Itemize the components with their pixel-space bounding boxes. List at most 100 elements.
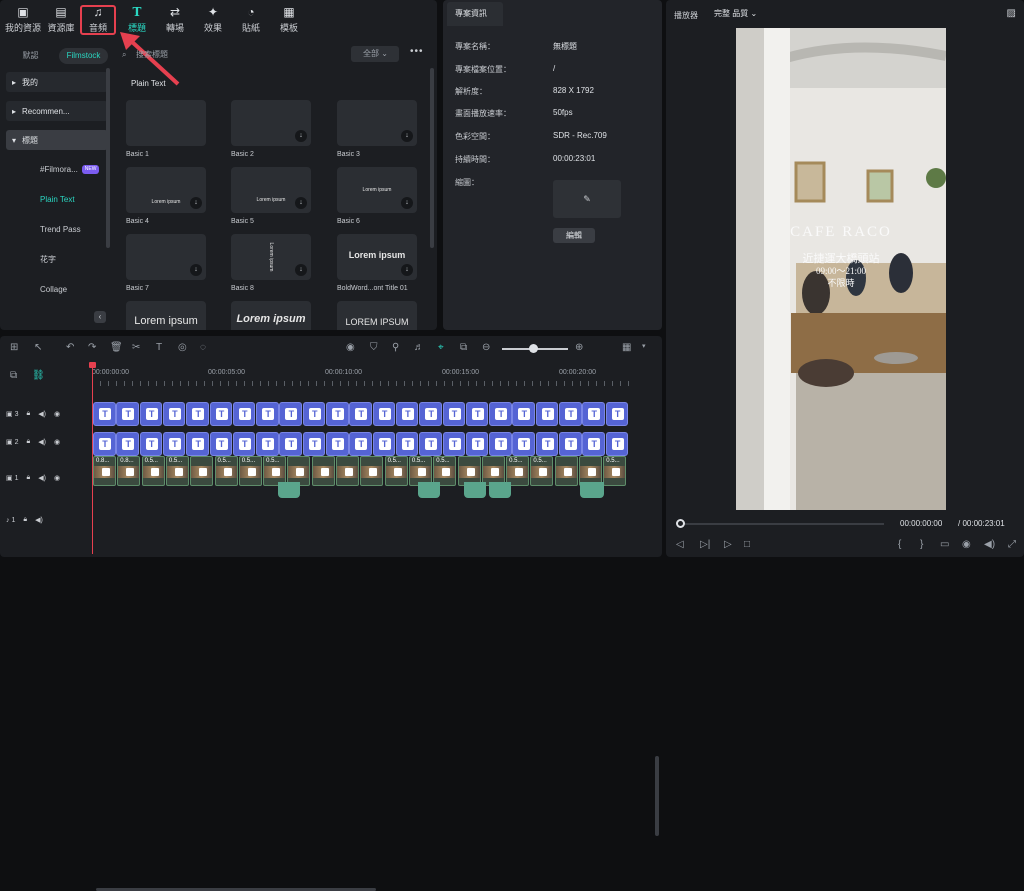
volume-icon[interactable]: ◀) xyxy=(984,539,995,550)
download-icon[interactable]: ↓ xyxy=(295,130,307,142)
video-clip[interactable] xyxy=(554,456,578,486)
edit-thumbnail-button[interactable]: 編輯 xyxy=(553,228,595,243)
zoom-out-icon[interactable]: ⊖ xyxy=(482,342,490,353)
video-clip[interactable] xyxy=(311,456,335,486)
download-icon[interactable]: ↓ xyxy=(401,197,413,209)
title-clip[interactable]: T xyxy=(186,402,209,426)
title-clip[interactable]: T xyxy=(93,402,116,426)
text-tool-icon[interactable]: T xyxy=(156,342,162,353)
title-clip[interactable]: T xyxy=(256,432,279,456)
title-clip[interactable]: T xyxy=(232,432,256,456)
chevron-down-icon[interactable]: ▾ xyxy=(642,342,646,350)
title-clip[interactable]: T xyxy=(419,402,442,426)
render-icon[interactable]: ◉ xyxy=(346,342,355,353)
audio-waveform-segment[interactable] xyxy=(489,482,511,498)
sidebar-sub-trend-pass[interactable]: Trend Pass xyxy=(6,219,108,239)
video-preview[interactable]: CAFE RACO 近捷運大橋頭站 09:00～21:00 不限時 xyxy=(736,28,946,510)
toolbar-stock-media[interactable]: ▤ 資源庫 xyxy=(42,0,80,40)
tab-filmstock[interactable]: Filmstock xyxy=(59,48,108,64)
timer-icon[interactable]: ◌ xyxy=(200,342,206,353)
title-card-basic-6[interactable]: Lorem ipsum ↓ xyxy=(337,167,417,213)
download-icon[interactable]: ↓ xyxy=(401,264,413,276)
title-clip[interactable]: T xyxy=(605,402,629,426)
title-clip[interactable]: T xyxy=(512,402,535,426)
download-icon[interactable]: ↓ xyxy=(190,197,202,209)
time-ruler[interactable]: 00:00:00:00 00:00:05:00 00:00:10:00 00:0… xyxy=(92,364,632,386)
sidebar-scrollbar[interactable] xyxy=(106,68,110,248)
title-card[interactable]: Lorem ipsum xyxy=(231,301,311,330)
title-card[interactable]: Lorem ipsum xyxy=(126,301,206,330)
title-clip[interactable]: T xyxy=(419,432,442,456)
sidebar-sub-plain-text[interactable]: Plain Text xyxy=(6,189,108,209)
video-clip[interactable]: 0.5... xyxy=(214,456,238,486)
toolbar-templates[interactable]: ▦ 模板 xyxy=(270,0,308,40)
camera-icon[interactable]: ◉ xyxy=(962,539,971,550)
title-clip[interactable]: T xyxy=(372,432,396,456)
playback-scrubber[interactable] xyxy=(676,519,685,528)
title-card-basic-7[interactable]: ↓ xyxy=(126,234,206,280)
title-clip[interactable]: T xyxy=(209,402,232,426)
title-card-boldword[interactable]: Lorem ipsum ↓ xyxy=(337,234,417,280)
video-clip[interactable] xyxy=(360,456,384,486)
sidebar-item-titles[interactable]: ▾ 標題 xyxy=(6,130,108,150)
title-clip[interactable]: T xyxy=(209,432,232,456)
title-clip[interactable]: T xyxy=(559,402,582,426)
fullscreen-icon[interactable]: ⤢ xyxy=(1008,539,1016,550)
title-clip[interactable]: T xyxy=(535,402,559,426)
audio-waveform-segment[interactable] xyxy=(464,482,486,498)
playback-progress-bar[interactable] xyxy=(680,523,884,525)
title-clip[interactable]: T xyxy=(465,432,489,456)
frame-step-icon[interactable]: ▷| xyxy=(700,539,710,550)
video-clip[interactable]: 0.5... xyxy=(238,456,262,486)
thumbnail-preview[interactable]: ✎ xyxy=(553,180,621,218)
audio-waveform-segment[interactable] xyxy=(580,482,604,498)
video-clip[interactable] xyxy=(190,456,214,486)
quality-dropdown[interactable]: 完整 品質 ⌄ xyxy=(710,6,790,22)
volume-icon[interactable]: ◀) xyxy=(38,410,46,418)
sidebar-sub-filmora[interactable]: #Filmora... NEW xyxy=(6,159,108,179)
download-icon[interactable]: ↓ xyxy=(190,264,202,276)
title-clip[interactable]: T xyxy=(302,402,326,426)
redo-icon[interactable]: ↷ xyxy=(88,342,96,353)
toolbar-my-media[interactable]: ▣ 我的資源 xyxy=(4,0,42,40)
lock-icon[interactable]: 🔒︎ xyxy=(27,438,31,446)
zoom-in-icon[interactable]: ⊕ xyxy=(575,342,583,353)
title-clip[interactable]: T xyxy=(559,432,582,456)
mark-in-icon[interactable]: { xyxy=(898,539,901,550)
layout-icon[interactable]: ⊞ xyxy=(10,342,18,353)
collapse-sidebar-button[interactable]: ‹ xyxy=(94,311,106,323)
search-input[interactable]: ⌕ 搜索標題 xyxy=(118,46,348,64)
more-options-icon[interactable]: ••• xyxy=(410,46,424,57)
title-clip[interactable]: T xyxy=(349,432,372,456)
title-clip[interactable]: T xyxy=(139,432,163,456)
title-clip[interactable]: T xyxy=(186,432,209,456)
title-clip[interactable]: T xyxy=(605,432,629,456)
title-clip[interactable]: T xyxy=(279,432,302,456)
lock-icon[interactable]: 🔒︎ xyxy=(27,410,31,418)
playhead[interactable] xyxy=(92,364,93,554)
title-clip[interactable]: T xyxy=(326,432,349,456)
video-clip[interactable]: 0.5... xyxy=(165,456,189,486)
tab-default[interactable]: 默認 xyxy=(6,48,55,64)
video-clip[interactable] xyxy=(336,456,359,486)
video-clip[interactable]: 0.5... xyxy=(603,456,627,486)
title-card-basic-5[interactable]: Lorem ipsum ↓ xyxy=(231,167,311,213)
video-clip[interactable]: 0.5... xyxy=(384,456,408,486)
eye-icon[interactable]: ◉ xyxy=(54,410,60,418)
title-card-basic-3[interactable]: ↓ xyxy=(337,100,417,146)
speed-icon[interactable]: ◎ xyxy=(178,342,187,353)
title-clip[interactable]: T xyxy=(489,402,512,426)
title-clip[interactable]: T xyxy=(349,402,372,426)
video-clip[interactable]: 0.8... xyxy=(93,456,116,486)
video-clip[interactable]: 0.8... xyxy=(117,456,141,486)
snap-icon[interactable]: ⌖ xyxy=(438,342,444,353)
title-clip[interactable]: T xyxy=(162,432,186,456)
filter-dropdown[interactable]: 全部 ⌄ xyxy=(351,46,399,62)
title-clip[interactable]: T xyxy=(535,432,559,456)
volume-icon[interactable]: ◀) xyxy=(38,438,46,446)
toolbar-effects[interactable]: ✦ 效果 xyxy=(194,0,232,40)
playhead-handle[interactable] xyxy=(89,362,96,368)
title-clip[interactable]: T xyxy=(489,432,512,456)
video-clip[interactable]: 0.5... xyxy=(530,456,554,486)
sidebar-sub-flower-text[interactable]: 花字 xyxy=(6,249,108,269)
